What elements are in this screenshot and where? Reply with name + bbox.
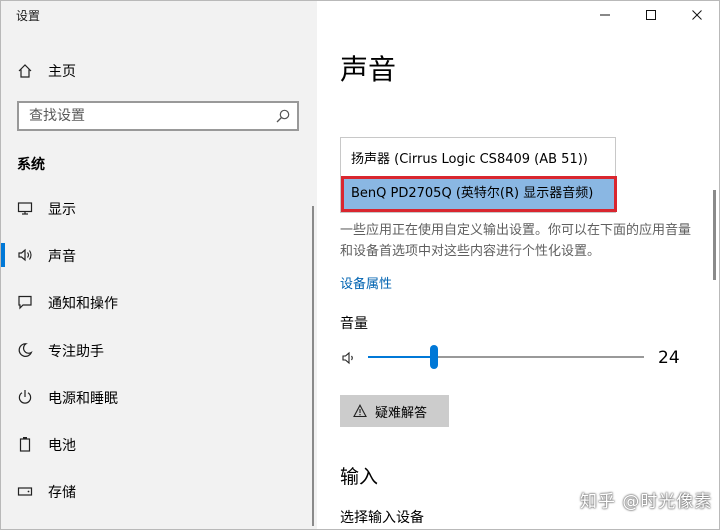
content-scrollbar[interactable]: [713, 190, 716, 280]
output-device-option[interactable]: 扬声器 (Cirrus Logic CS8409 (AB 51)): [341, 142, 615, 178]
device-properties-link[interactable]: 设备属性: [340, 273, 392, 292]
sidebar-item-label: 显示: [48, 202, 76, 218]
app-title: 设置: [16, 9, 41, 23]
sidebar-item-sound[interactable]: 声音: [1, 235, 317, 275]
home-label: 主页: [48, 64, 76, 80]
close-icon: [691, 6, 703, 25]
sidebar-item-storage[interactable]: 存储: [1, 471, 317, 511]
selected-indicator: [1, 243, 5, 267]
sidebar-item-power[interactable]: 电源和睡眠: [1, 377, 317, 417]
sidebar-item-label: 电源和睡眠: [48, 391, 118, 407]
maximize-icon: [645, 6, 657, 25]
volume-value: 24: [658, 348, 680, 368]
monitor-icon: [16, 199, 34, 217]
sidebar-item-display[interactable]: 显示: [1, 188, 317, 228]
sidebar-scrollbar[interactable]: [312, 206, 314, 526]
sidebar-item-label: 专注助手: [48, 344, 104, 360]
battery-icon: [16, 435, 34, 453]
section-title: 系统: [17, 157, 45, 173]
sidebar-item-label: 声音: [48, 249, 76, 265]
maximize-button[interactable]: [628, 0, 674, 30]
sidebar-item-label: 通知和操作: [48, 296, 118, 312]
power-icon: [16, 388, 34, 406]
notification-icon: [16, 293, 34, 311]
storage-icon: [16, 482, 34, 500]
page-title: 声音: [340, 53, 397, 86]
sidebar: 设置 主页 系统 显示 声音 通知和操作 专注助手: [1, 1, 317, 529]
sidebar-item-notifications[interactable]: 通知和操作: [1, 282, 317, 322]
home-icon: [16, 62, 34, 80]
warning-icon: [353, 404, 367, 418]
slider-thumb[interactable]: [430, 345, 438, 369]
search-icon[interactable]: [275, 108, 291, 124]
input-device-label: 选择输入设备: [340, 510, 424, 526]
watermark: 知乎 @时光像素: [580, 492, 713, 512]
troubleshoot-button[interactable]: 疑难解答: [340, 395, 449, 427]
output-device-option-selected[interactable]: BenQ PD2705Q (英特尔(R) 显示器音频): [341, 176, 615, 212]
sidebar-item-battery[interactable]: 电池: [1, 424, 317, 464]
moon-icon: [16, 341, 34, 359]
search-box[interactable]: [17, 101, 299, 131]
search-input[interactable]: [19, 103, 269, 129]
volume-icon[interactable]: [341, 350, 357, 366]
minimize-button[interactable]: [582, 0, 628, 30]
input-heading: 输入: [340, 466, 379, 488]
volume-label: 音量: [340, 316, 368, 332]
close-button[interactable]: [674, 0, 720, 30]
description-text: 一些应用正在使用自定义输出设置。你可以在下面的应用音量和设备首选项中对这些内容进…: [340, 223, 692, 259]
output-device-list[interactable]: 扬声器 (Cirrus Logic CS8409 (AB 51)) BenQ P…: [340, 137, 616, 213]
minimize-icon: [599, 6, 611, 25]
sidebar-item-focus-assist[interactable]: 专注助手: [1, 330, 317, 370]
slider-fill: [368, 356, 434, 358]
sidebar-item-label: 存储: [48, 485, 76, 501]
speaker-icon: [16, 246, 34, 264]
volume-slider[interactable]: [368, 345, 644, 371]
troubleshoot-label: 疑难解答: [375, 405, 428, 421]
sidebar-item-home[interactable]: 主页: [1, 53, 317, 89]
sidebar-item-label: 电池: [48, 438, 76, 454]
